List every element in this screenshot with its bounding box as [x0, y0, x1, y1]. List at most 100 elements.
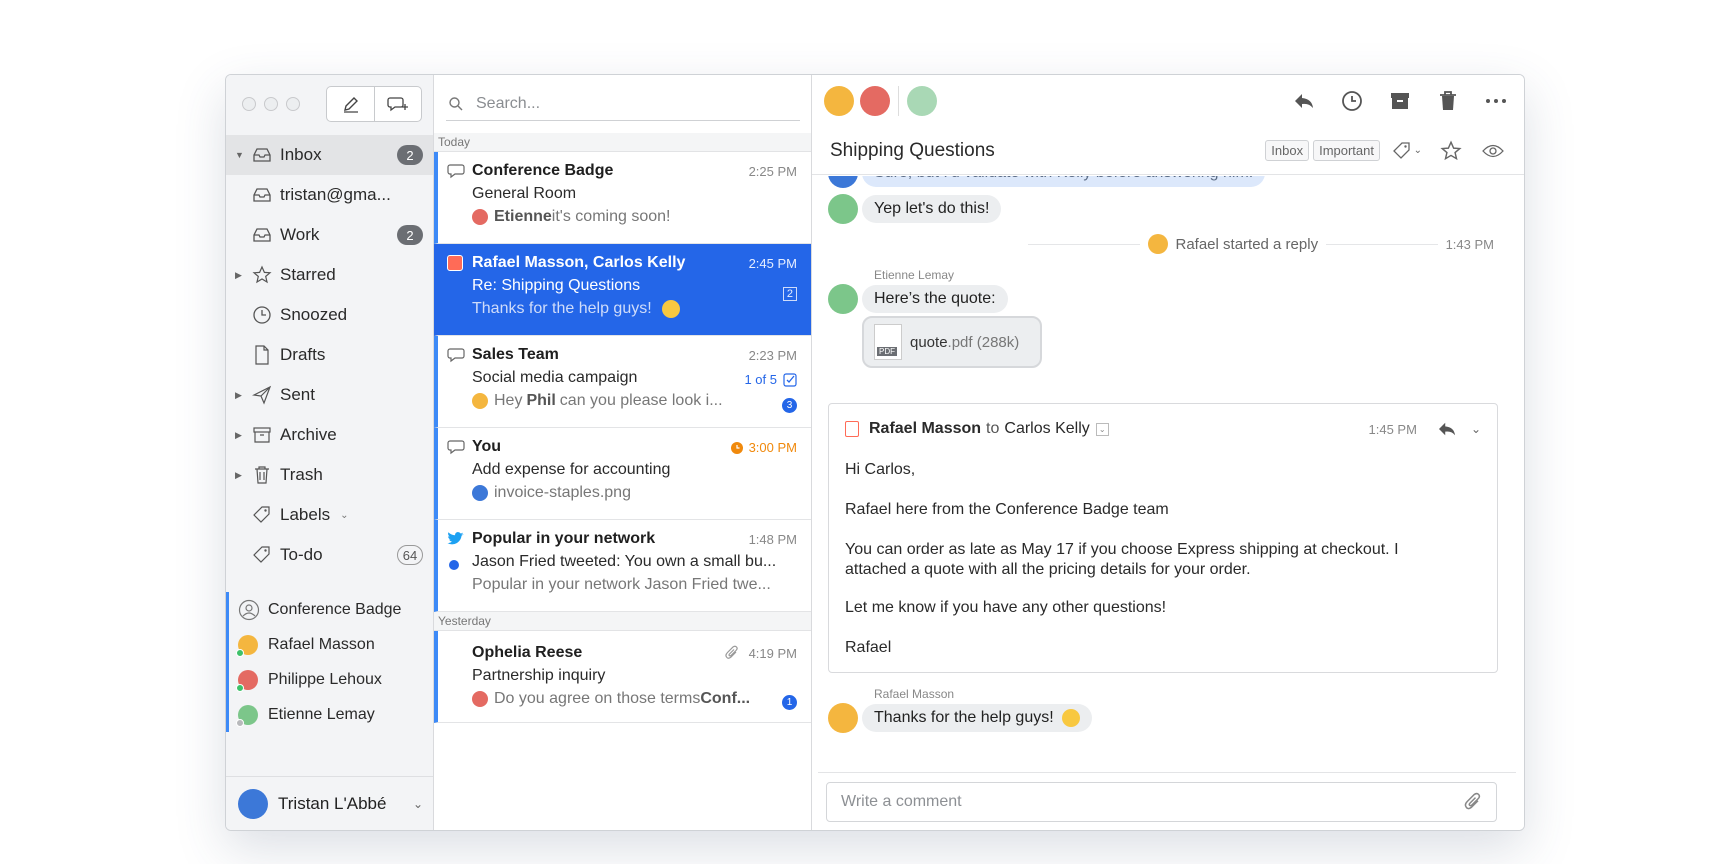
sidebar-item-account[interactable]: tristan@gma... — [226, 175, 433, 215]
avatar — [236, 634, 258, 657]
divider — [1028, 243, 1140, 245]
unread-dot — [449, 560, 459, 570]
chevron-down-icon[interactable]: ⌄ — [340, 510, 348, 521]
sidebar-item-sent[interactable]: ▶ Sent — [226, 375, 433, 415]
reply-notice-text: Rafael started a reply — [1175, 235, 1319, 253]
chevron-down-icon[interactable]: ⌄ — [1471, 422, 1481, 436]
chat-bubble-text: Thanks for the help guys! — [874, 709, 1054, 726]
chevron-down-icon: ⌄ — [412, 796, 423, 811]
reply-button[interactable] — [1292, 89, 1316, 113]
sidebar-item-starred[interactable]: ▶ Starred — [226, 255, 433, 295]
count-badge: 64 — [397, 545, 423, 565]
preview-text: it's coming soon! — [551, 208, 671, 225]
message-subject: Jason Fried tweeted: You own a small bu.… — [472, 553, 777, 570]
message-time: 4:19 PM — [748, 645, 797, 661]
tag-important[interactable]: Important — [1313, 140, 1380, 161]
disclosure-closed-icon[interactable]: ▶ — [235, 270, 242, 281]
avatar[interactable] — [860, 86, 890, 116]
close-window-button[interactable] — [242, 97, 256, 111]
sidebar-item-conference-badge[interactable]: Conference Badge — [229, 592, 433, 627]
new-chat-button[interactable] — [374, 87, 421, 121]
star-icon[interactable] — [1440, 139, 1462, 162]
preview-author: Etienne — [494, 208, 552, 225]
avatar[interactable] — [824, 86, 854, 116]
author-name: Rafael Masson — [874, 687, 955, 701]
sidebar-item-work[interactable]: Work 2 — [226, 215, 433, 255]
clock-icon — [250, 303, 274, 327]
message-preview: invoice-staples.png — [472, 484, 795, 502]
account-switcher[interactable]: Tristan L'Abbé ⌄ — [226, 776, 433, 830]
avatar — [472, 691, 488, 707]
more-button[interactable] — [1484, 89, 1508, 113]
reply-notice-time: 1:43 PM — [1445, 236, 1494, 252]
author-name: Etienne Lemay — [874, 268, 955, 282]
chat-icon — [447, 348, 465, 363]
wink-emoji-icon — [661, 300, 680, 318]
reply-icon[interactable] — [1437, 421, 1457, 437]
sidebar-item-label: Archive — [280, 425, 337, 444]
message-sender: Sales Team — [472, 346, 559, 363]
preview-text: Do you agree on those terms — [494, 690, 701, 707]
list-item[interactable]: You 3:00 PM Add expense for accounting i… — [434, 428, 811, 520]
inbox-icon — [250, 143, 274, 167]
zoom-window-button[interactable] — [286, 97, 300, 111]
avatar — [472, 209, 488, 225]
sidebar-item-rafael-masson[interactable]: Rafael Masson — [229, 627, 433, 662]
star-icon — [250, 263, 274, 287]
message-bubble-clipped: Sure, but I'd validate with Kelly before… — [828, 176, 1266, 188]
disclosure-closed-icon[interactable]: ▶ — [235, 470, 242, 481]
paperclip-icon[interactable] — [1464, 792, 1482, 812]
disclosure-open-icon[interactable]: ▼ — [235, 150, 244, 160]
sidebar-item-drafts[interactable]: Drafts — [226, 335, 433, 375]
delete-button[interactable] — [1436, 89, 1460, 113]
minimize-window-button[interactable] — [264, 97, 278, 111]
avatar — [236, 704, 258, 727]
list-item-selected[interactable]: Rafael Masson, Carlos Kelly 2:45 PM Re: … — [434, 244, 811, 336]
message-time: 2:45 PM — [748, 256, 797, 271]
list-item[interactable]: Conference Badge 2:25 PM General Room Et… — [434, 152, 811, 244]
section-yesterday: Yesterday — [434, 612, 811, 631]
paper-plane-icon — [250, 383, 274, 407]
sidebar-item-label: Labels — [280, 505, 331, 524]
message-preview: Do you agree on those terms Conf... — [472, 690, 795, 708]
message-time: 1:48 PM — [748, 532, 797, 547]
chat-icon — [447, 164, 465, 179]
attachment-card[interactable]: PDF quote .pdf (288k) — [862, 316, 1042, 368]
label-menu-button[interactable]: ⌄ — [1392, 141, 1422, 161]
list-item[interactable]: Popular in your network 1:48 PM Jason Fr… — [434, 520, 811, 612]
email-time: 1:45 PM — [1368, 421, 1417, 437]
list-item[interactable]: Sales Team 2:23 PM Social media campaign… — [434, 336, 811, 428]
message-row: Yep let's do this! — [828, 194, 1002, 224]
list-item[interactable]: Ophelia Reese 4:19 PM Partnership inquir… — [434, 631, 811, 723]
tag-inbox[interactable]: Inbox — [1265, 140, 1310, 161]
sidebar-item-inbox[interactable]: ▼ Inbox 2 — [226, 135, 433, 175]
chat-bubble: Thanks for the help guys! — [862, 704, 1092, 732]
sidebar-item-todo[interactable]: To-do 64 — [226, 535, 433, 575]
sidebar-item-snoozed[interactable]: Snoozed — [226, 295, 433, 335]
comment-input[interactable]: Write a comment — [826, 782, 1497, 822]
sidebar-item-philippe-lehoux[interactable]: Philippe Lehoux — [229, 662, 433, 697]
divider — [1326, 243, 1438, 245]
chat-bubble: Here’s the quote: — [862, 285, 1008, 313]
twitter-icon — [447, 532, 464, 545]
search-input[interactable]: Search... — [446, 87, 800, 121]
document-icon — [250, 343, 274, 367]
eye-icon[interactable] — [1482, 143, 1504, 159]
sidebar-item-archive[interactable]: ▶ Archive — [226, 415, 433, 455]
divider — [898, 86, 899, 116]
avatar[interactable] — [907, 86, 937, 116]
disclosure-closed-icon[interactable]: ▶ — [235, 390, 242, 401]
disclosure-closed-icon[interactable]: ▶ — [235, 430, 242, 441]
snooze-button[interactable] — [1340, 89, 1364, 113]
sidebar-item-etienne-lemay[interactable]: Etienne Lemay — [229, 697, 433, 732]
person-name: Conference Badge — [268, 600, 402, 618]
preview-bold: Conf... — [700, 690, 751, 707]
archive-button[interactable] — [1388, 89, 1412, 113]
message-row: Here’s the quote: — [828, 284, 1008, 314]
sidebar-item-trash[interactable]: ▶ Trash — [226, 455, 433, 495]
message-time: 2:23 PM — [748, 348, 797, 363]
avatar — [1147, 234, 1168, 254]
sidebar-item-labels[interactable]: Labels ⌄ — [226, 495, 433, 535]
compose-button[interactable] — [327, 87, 374, 121]
recipient-dropdown-icon[interactable]: ⌄ — [1095, 422, 1109, 436]
